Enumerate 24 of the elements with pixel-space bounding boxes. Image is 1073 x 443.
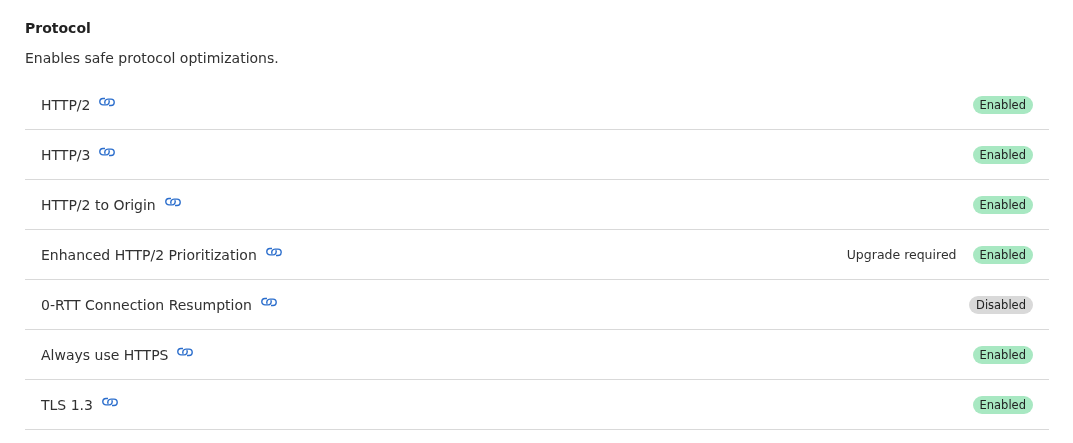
link-icon[interactable]	[98, 95, 117, 108]
section-title: Protocol	[25, 19, 92, 38]
setting-name: HTTP/2	[41, 96, 91, 113]
link-icon[interactable]	[163, 195, 182, 208]
link-icon[interactable]	[259, 295, 278, 308]
setting-name: HTTP/2 to Origin	[41, 196, 156, 213]
upgrade-note: Upgrade required	[846, 247, 957, 262]
link-icon[interactable]	[176, 345, 195, 358]
setting-name: 0-RTT Connection Resumption	[41, 296, 252, 313]
status-badge: Enabled	[972, 345, 1033, 364]
status-badge: Enabled	[972, 245, 1033, 264]
setting-name: HTTP/3	[41, 146, 91, 163]
section-description: Enables safe protocol optimizations.	[25, 49, 280, 68]
status-badge: Enabled	[972, 195, 1033, 214]
status-badge: Enabled	[972, 145, 1033, 164]
setting-name: Enhanced HTTP/2 Prioritization	[41, 246, 257, 263]
link-icon[interactable]	[264, 245, 283, 258]
setting-name: TLS 1.3	[41, 396, 93, 413]
status-badge: Disabled	[969, 295, 1033, 314]
setting-name: Always use HTTPS	[41, 346, 169, 363]
link-icon[interactable]	[98, 145, 117, 158]
link-icon[interactable]	[100, 395, 119, 408]
status-badge: Enabled	[972, 95, 1033, 114]
status-badge: Enabled	[972, 395, 1033, 414]
